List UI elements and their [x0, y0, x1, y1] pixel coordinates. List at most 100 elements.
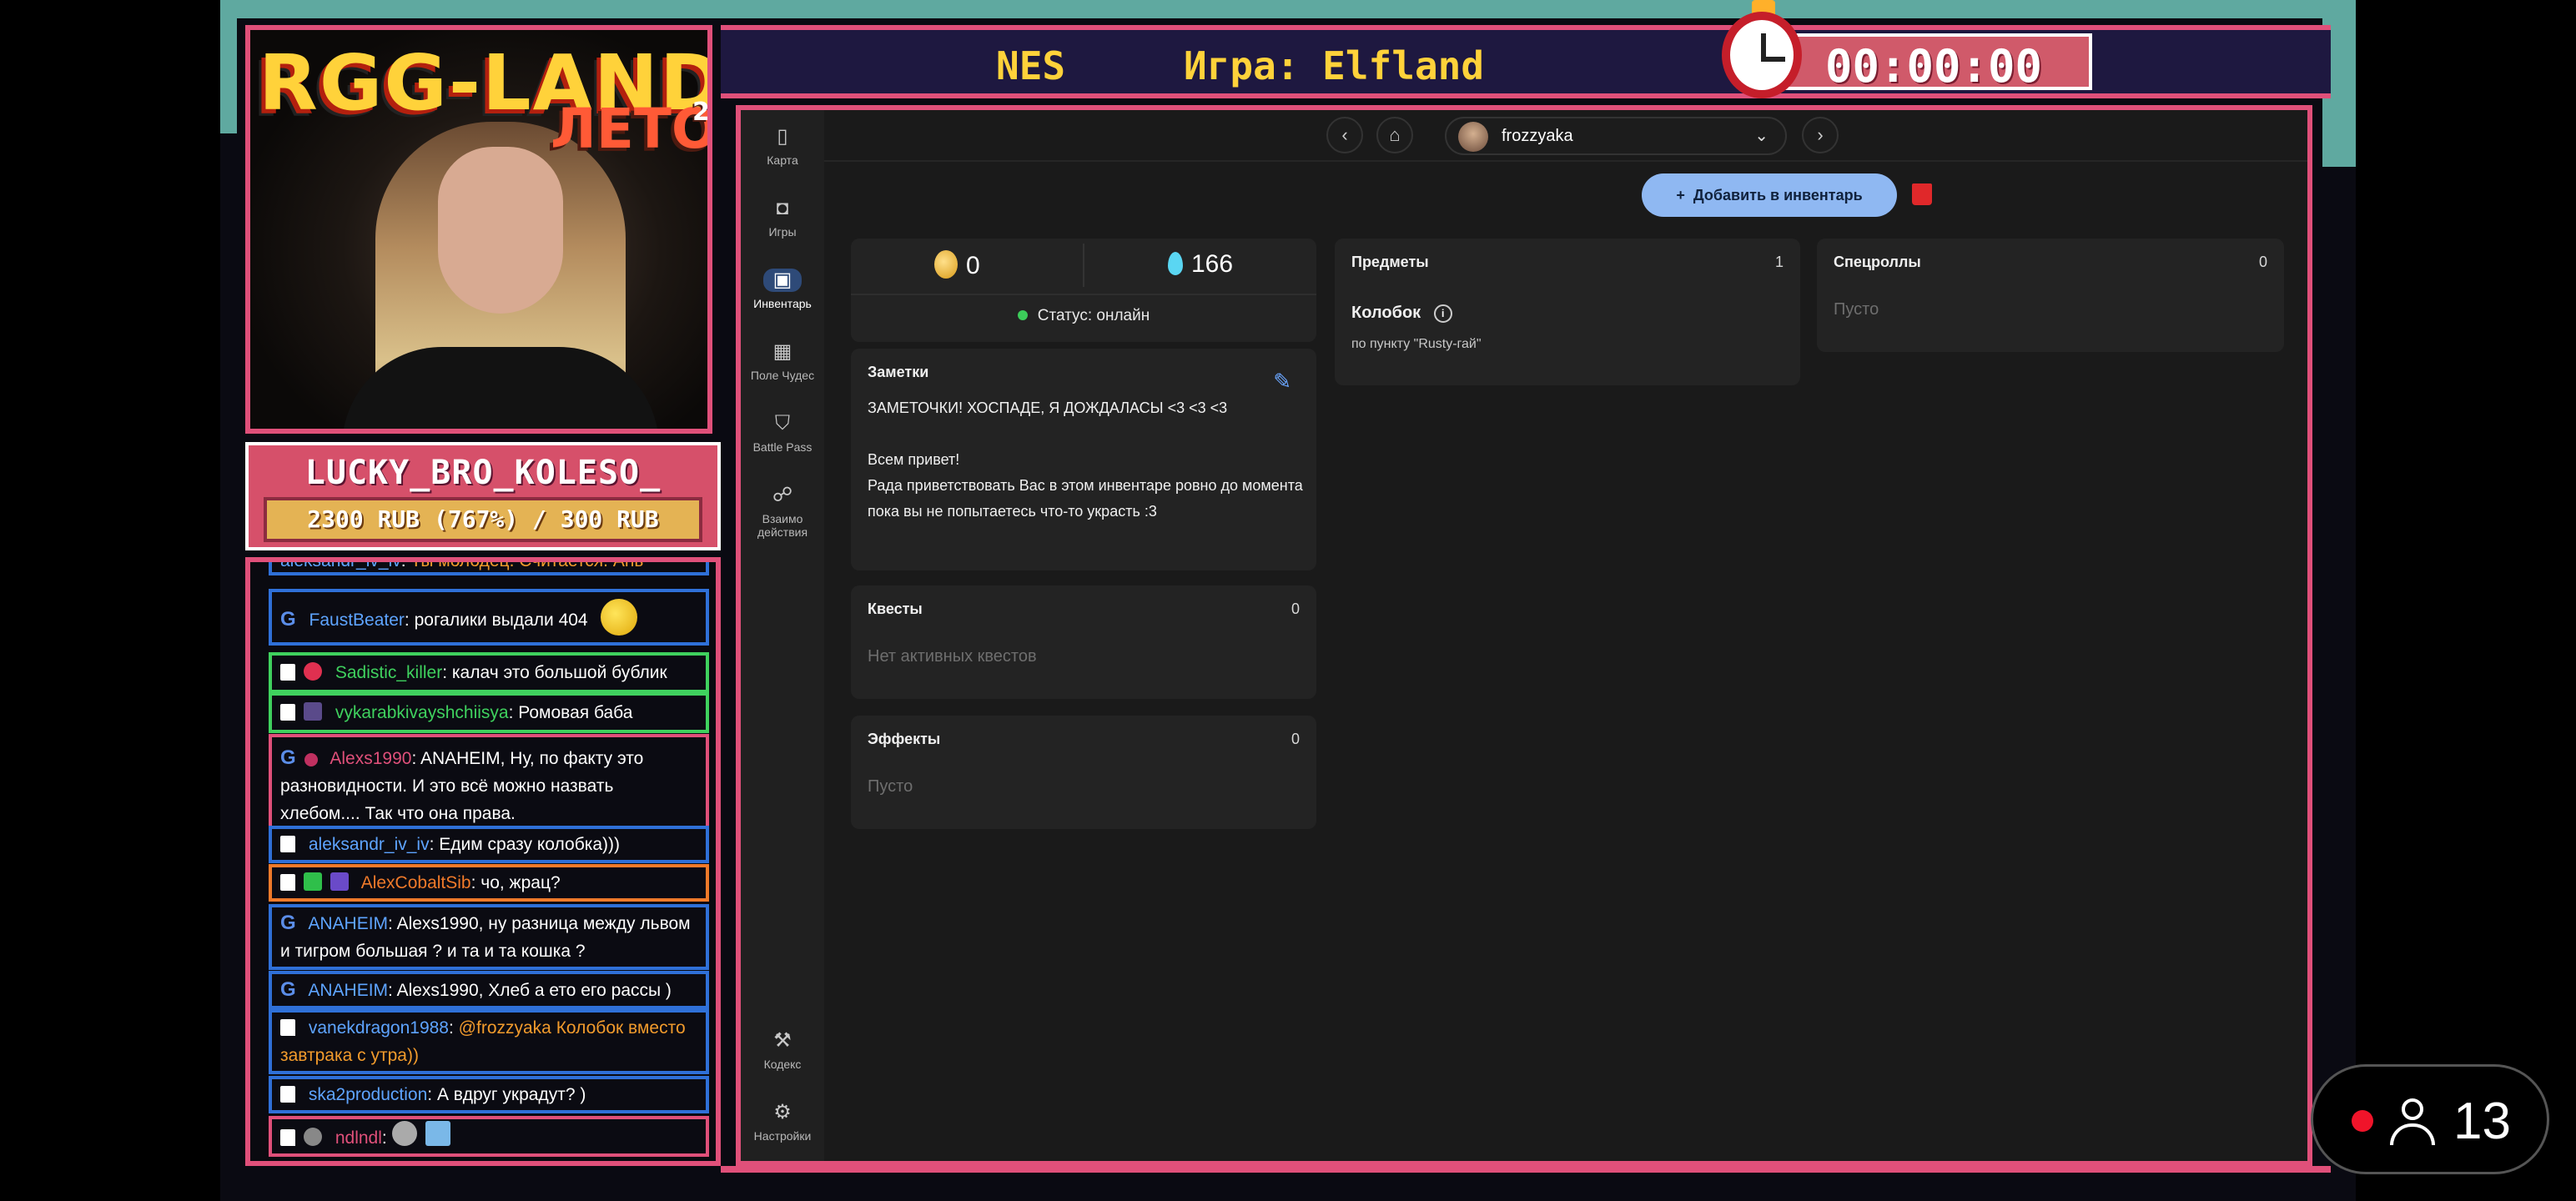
- quests-empty: Нет активных квестов: [868, 647, 1037, 666]
- chat-message: aleksandr_iv_iv: Едим сразу колобка))): [269, 826, 709, 863]
- webcam-feed: RGG-LAND ЛЕТО 2025: [245, 25, 712, 434]
- trash-icon[interactable]: [1912, 183, 1932, 205]
- effects-title: Эффекты: [868, 731, 941, 747]
- gear-icon: ⚙: [773, 1101, 792, 1123]
- add-button-label: Добавить в инвентарь: [1693, 187, 1863, 204]
- status-line: Статус: онлайн: [851, 307, 1316, 325]
- briefcase-icon: ▣: [763, 269, 802, 292]
- emote-icon: [391, 1121, 417, 1146]
- chat-username: Sadistic_killer: [335, 663, 443, 682]
- next-user-button[interactable]: ›: [1802, 117, 1839, 153]
- streamer-face: [438, 147, 563, 314]
- badge-icon: [304, 702, 322, 721]
- item-description: по пункту "Rusty-гай": [1351, 337, 1482, 351]
- plus-icon: +: [1676, 187, 1693, 204]
- user-select[interactable]: frozzyaka ⌄: [1445, 117, 1787, 155]
- sidebar-item-label: Кодекс: [763, 1058, 802, 1071]
- sidebar-item-battle-pass[interactable]: ⛉ Battle Pass: [741, 412, 824, 454]
- sidebar-item-games[interactable]: ◘ Игры: [741, 197, 824, 239]
- top-nav: ‹ ⌂ frozzyaka ⌄ ›: [824, 110, 2307, 162]
- item-name: Колобок: [1351, 304, 1421, 322]
- crystals-value: 166: [1191, 250, 1234, 278]
- platform-g-icon: G: [280, 978, 296, 1001]
- stream-overlay: RGG-LAND ЛЕТО 2025 LUCKY_BRO_KOLESO_ 230…: [220, 0, 2356, 1201]
- sidebar-item-settings[interactable]: ⚙ Настройки: [741, 1101, 824, 1143]
- heart-badge-icon: [304, 753, 318, 766]
- game-label: Игра: Elfland: [1184, 43, 1485, 88]
- run-timer: 00:00:00: [1775, 33, 2092, 93]
- edit-pencil-icon[interactable]: ✎: [1273, 369, 1291, 394]
- badge-icon: [304, 872, 322, 891]
- chat-panel: aleksandr_iv_iv: Ты молодец. Считается. …: [245, 557, 721, 1166]
- chat-text: рогалики выдали 404: [414, 611, 588, 630]
- gamepad-icon: ◘: [776, 197, 789, 219]
- sidebar-item-label: Battle Pass: [752, 440, 813, 454]
- donation-progress-bar: 2300 RUB (767%) / 300 RUB: [264, 497, 702, 542]
- chat-message: G ANAHEIM: Alexs1990, ну разница между л…: [269, 904, 709, 970]
- home-button[interactable]: ⌂: [1376, 117, 1413, 153]
- sidebar-item-codex[interactable]: ⚒ Кодекс: [741, 1029, 824, 1071]
- special-rolls-title: Спецроллы: [1834, 254, 1921, 270]
- inventory-item[interactable]: Колобок i: [1351, 304, 1452, 323]
- event-logo-year: 2025: [692, 98, 710, 127]
- event-logo-season: ЛЕТО: [551, 97, 712, 161]
- crystal-drop-icon: [1168, 252, 1183, 275]
- heart-badge-icon: [304, 662, 322, 681]
- effects-count: 0: [1291, 731, 1300, 747]
- add-to-inventory-button[interactable]: + Добавить в инвентарь: [1642, 173, 1897, 217]
- chat-message: G ANAHEIM: Alexs1990, Хлеб а ето его рас…: [269, 971, 709, 1009]
- viewer-count-badge[interactable]: 13: [2311, 1064, 2549, 1174]
- handshake-icon: ☍: [772, 484, 793, 506]
- sidebar-item-wheel[interactable]: ▦ Поле Чудес: [741, 340, 824, 382]
- wing-emote-icon: [425, 1121, 450, 1146]
- quests-count: 0: [1291, 600, 1300, 617]
- sidebar: ▯ Карта ◘ Игры ▣ Инвентарь ▦ Поле Чудес …: [741, 110, 824, 1161]
- avatar: [1458, 122, 1488, 152]
- chat-message: ska2production: А вдруг украдут? ): [269, 1076, 709, 1113]
- items-card: Предметы 1 Колобок i по пункту "Rusty-га…: [1335, 239, 1800, 385]
- chat-username: ANAHEIM: [308, 914, 389, 933]
- stopwatch-hand: [1763, 57, 1785, 62]
- person-icon: [2390, 1098, 2437, 1145]
- donation-goal: LUCKY_BRO_KOLESO_ 2300 RUB (767%) / 300 …: [245, 442, 721, 550]
- status-dot-icon: [1017, 310, 1028, 320]
- sidebar-item-inventory[interactable]: ▣ Инвентарь: [741, 269, 824, 310]
- special-rolls-count: 0: [2258, 254, 2267, 270]
- person-icon-head: [2402, 1098, 2423, 1120]
- chat-message: Sadistic_killer: калач это большой бубли…: [269, 652, 709, 693]
- chat-text: Ромовая баба: [518, 703, 633, 722]
- twitch-icon: [280, 874, 295, 891]
- chat-username: ANAHEIM: [308, 981, 389, 1000]
- chat-username: Alexs1990: [330, 749, 412, 768]
- items-count: 1: [1774, 254, 1784, 270]
- twitch-icon: [280, 704, 295, 721]
- sidebar-item-interactions[interactable]: ☍ Взаимо действия: [741, 484, 824, 539]
- effects-card: Эффекты 0 Пусто: [851, 716, 1316, 829]
- chat-username: vykarabkivayshchiisya: [335, 703, 509, 722]
- chat-text: чо, жрац?: [480, 873, 561, 892]
- twitch-icon: [280, 836, 295, 852]
- divider: [851, 294, 1316, 295]
- chat-message: vykarabkivayshchiisya: Ромовая баба: [269, 692, 709, 733]
- sidebar-item-label: Взаимо действия: [757, 512, 808, 539]
- chat-message: aleksandr_iv_iv: Ты молодец. Считается. …: [269, 562, 709, 575]
- sidebar-item-label: Поле Чудес: [750, 369, 815, 382]
- chat-username: FaustBeater: [309, 611, 405, 630]
- chat-message: G FaustBeater: рогалики выдали 404: [269, 589, 709, 646]
- twitch-icon: [280, 1019, 295, 1036]
- crystals-display: 166: [1168, 250, 1233, 279]
- chat-text: калач это большой бублик: [451, 663, 667, 682]
- person-icon-body: [2390, 1123, 2435, 1145]
- sidebar-item-label: Инвентарь: [753, 297, 812, 310]
- quests-title: Квесты: [868, 600, 923, 617]
- prev-user-button[interactable]: ‹: [1326, 117, 1363, 153]
- chat-text: А вдруг украдут? ): [436, 1085, 586, 1104]
- sidebar-item-map[interactable]: ▯ Карта: [741, 125, 824, 167]
- timer-value: 00:00:00: [1824, 40, 2043, 93]
- gavel-icon: ⚒: [773, 1029, 792, 1052]
- stopwatch-icon: [1722, 12, 1802, 98]
- platform-g-icon: G: [280, 608, 296, 631]
- info-icon[interactable]: i: [1433, 304, 1452, 323]
- notes-text: Всем привет!: [868, 451, 960, 468]
- notes-text: Рада приветствовать Вас в этом инвентаре…: [868, 477, 1303, 520]
